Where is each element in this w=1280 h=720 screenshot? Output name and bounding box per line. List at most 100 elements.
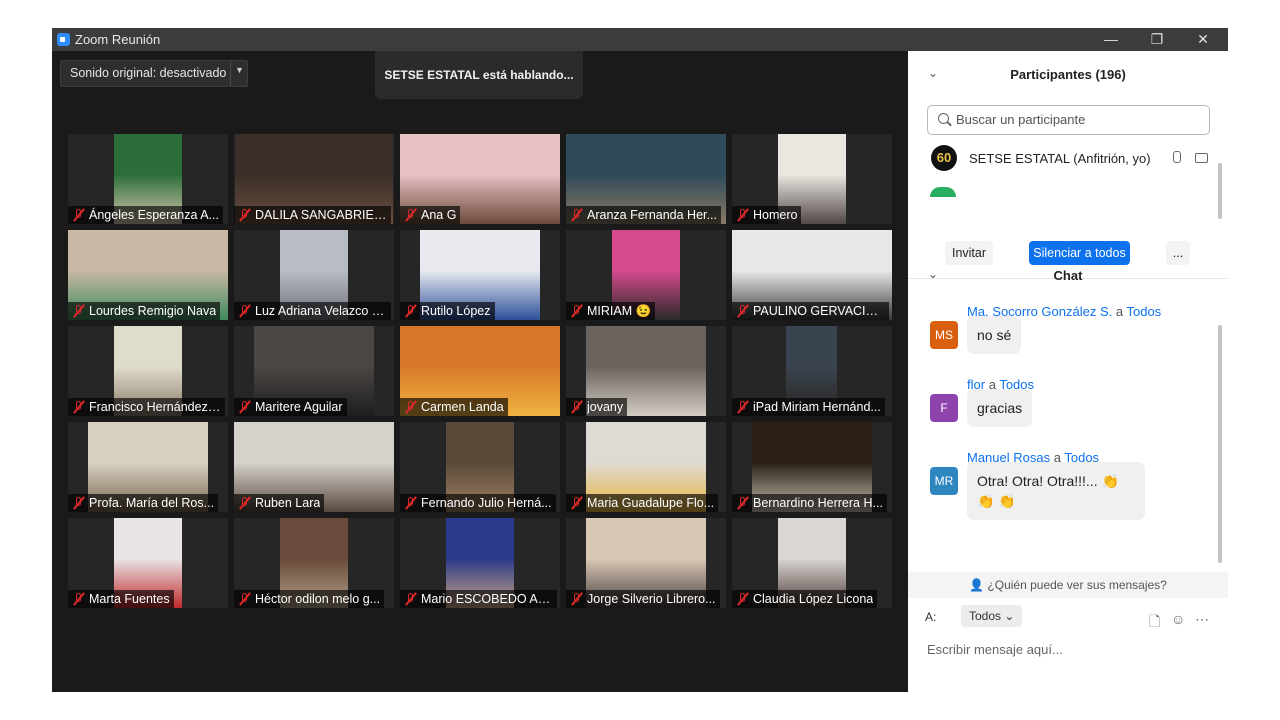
participant-tile[interactable]: Lourdes Remigio Nava <box>68 230 228 320</box>
minimize-button[interactable]: — <box>1088 28 1134 51</box>
participant-name: iPad Miriam Hernánd... <box>753 400 881 414</box>
participant-tile[interactable]: Mario ESCOBEDO AP... <box>400 518 560 608</box>
chevron-down-icon[interactable]: ▼ <box>235 65 244 75</box>
chat-scrollbar[interactable] <box>1218 325 1222 563</box>
participant-tile[interactable]: Fernando Julio Herná... <box>400 422 560 512</box>
participant-tile[interactable]: Profa. María del Ros... <box>68 422 228 512</box>
recipient-value: Todos <box>969 609 1002 623</box>
video-area: Sonido original: desactivado ▼ SETSE EST… <box>52 51 908 692</box>
participant-tile[interactable]: Ruben Lara <box>234 422 394 512</box>
avatar: MS <box>930 321 958 349</box>
participant-tile[interactable]: Francisco Hernández ... <box>68 326 228 416</box>
recipient-select[interactable]: Todos ⌄ <box>961 605 1023 627</box>
participant-name-bar: Bernardino Herrera H... <box>732 494 887 512</box>
chat-message-input[interactable] <box>925 641 1219 658</box>
muted-mic-icon <box>404 592 418 606</box>
participant-name-bar: Fernando Julio Herná... <box>400 494 556 512</box>
muted-mic-icon <box>404 304 418 318</box>
participant-name: Ana G <box>421 208 457 222</box>
participant-row[interactable]: 60 SETSE ESTATAL (Anfitrión, yo) <box>928 144 1218 174</box>
participant-name: Claudia López Licona <box>753 592 874 606</box>
chat-bubble: Otra! Otra! Otra!!!... 👏👏 👏 <box>967 462 1145 520</box>
who-can-see-link[interactable]: 👤 ¿Quién puede ver sus mensajes? <box>908 572 1228 598</box>
participant-tile[interactable]: Rutilo López <box>400 230 560 320</box>
more-options-button[interactable]: ... <box>1166 241 1190 265</box>
participant-name-bar: jovany <box>566 398 628 416</box>
participant-name-bar: Luz Adriana Velazco F... <box>234 302 391 320</box>
participant-tile[interactable]: iPad Miriam Hernánd... <box>732 326 892 416</box>
participant-tile[interactable]: Maria Guadalupe Flo... <box>566 422 726 512</box>
participant-tile[interactable]: Maritere Aguilar <box>234 326 394 416</box>
participant-tile[interactable]: Luz Adriana Velazco F... <box>234 230 394 320</box>
participant-name: Bernardino Herrera H... <box>753 496 883 510</box>
participant-name: Luz Adriana Velazco F... <box>255 304 387 318</box>
participant-name-bar: Mario ESCOBEDO AP... <box>400 590 557 608</box>
muted-mic-icon <box>72 400 86 414</box>
participant-tile[interactable]: Aranza Fernanda Her... <box>566 134 726 224</box>
participant-tile[interactable]: Marta Fuentes <box>68 518 228 608</box>
muted-mic-icon <box>404 496 418 510</box>
muted-mic-icon <box>238 208 252 222</box>
title-bar: Zoom Reunión — ❐ ✕ <box>52 28 1228 51</box>
participant-tile[interactable]: jovany <box>566 326 726 416</box>
chat-bubble: no sé <box>967 316 1022 354</box>
participant-name-bar: Héctor odilon melo g... <box>234 590 385 608</box>
participant-tile[interactable]: Héctor odilon melo g... <box>234 518 394 608</box>
participant-name: MIRIAM 😉 <box>587 304 652 318</box>
participant-name: Marta Fuentes <box>89 592 170 606</box>
participant-name: Aranza Fernanda Her... <box>587 208 717 222</box>
zoom-window: Zoom Reunión — ❐ ✕ Sonido original: desa… <box>52 28 1228 692</box>
muted-mic-icon <box>72 592 86 606</box>
participant-name-bar: DALILA SANGABRIEL ... <box>234 206 391 224</box>
muted-mic-icon <box>570 496 584 510</box>
participant-tile[interactable]: Bernardino Herrera H... <box>732 422 892 512</box>
microphone-icon[interactable] <box>1173 151 1181 163</box>
emoji-icon[interactable]: ☺ <box>1171 611 1185 627</box>
participant-tile[interactable]: Homero <box>732 134 892 224</box>
muted-mic-icon <box>238 400 252 414</box>
close-button[interactable]: ✕ <box>1180 28 1226 51</box>
muted-mic-icon <box>736 208 750 222</box>
muted-mic-icon <box>736 400 750 414</box>
muted-mic-icon <box>238 304 252 318</box>
participant-search-input[interactable] <box>954 111 1198 128</box>
participant-tile[interactable]: Jorge Silverio Librero... <box>566 518 726 608</box>
avatar: MR <box>930 467 958 495</box>
mute-all-button[interactable]: Silenciar a todos <box>1029 241 1130 265</box>
participant-name: Carmen Landa <box>421 400 504 414</box>
participant-tile[interactable]: Ana G <box>400 134 560 224</box>
side-panel: ⌄ Participantes (196) 60 SETSE ESTATAL (… <box>908 51 1228 692</box>
restore-button[interactable]: ❐ <box>1134 28 1180 51</box>
original-sound-label: Sonido original: desactivado <box>70 66 227 80</box>
muted-mic-icon <box>570 592 584 606</box>
participant-search[interactable] <box>927 105 1210 135</box>
muted-mic-icon <box>736 496 750 510</box>
participant-tile[interactable]: DALILA SANGABRIEL ... <box>234 134 394 224</box>
participant-name-bar: Profa. María del Ros... <box>68 494 219 512</box>
participant-name: PAULINO GERVACIO ... <box>753 304 885 318</box>
participant-tile[interactable]: MIRIAM 😉 <box>566 230 726 320</box>
video-camera-icon[interactable] <box>1195 153 1208 163</box>
participant-tile[interactable]: PAULINO GERVACIO ... <box>732 230 892 320</box>
participant-name: Héctor odilon melo g... <box>255 592 381 606</box>
participant-tile[interactable]: Carmen Landa <box>400 326 560 416</box>
participant-name-bar: MIRIAM 😉 <box>566 302 656 320</box>
participant-name: Maritere Aguilar <box>255 400 343 414</box>
invite-button[interactable]: Invitar <box>945 241 993 265</box>
participants-scrollbar[interactable] <box>1218 163 1222 219</box>
participant-tile[interactable]: Claudia López Licona <box>732 518 892 608</box>
participant-tile[interactable]: Ángeles Esperanza A... <box>68 134 228 224</box>
recipient-row: A: Todos ⌄ <box>925 605 1023 627</box>
chat-connector: a <box>1115 304 1124 319</box>
original-sound-button[interactable]: Sonido original: desactivado ▼ <box>60 60 248 87</box>
file-icon[interactable]: 🗋 <box>1149 611 1160 635</box>
participant-name-bar: Ana G <box>400 206 461 224</box>
divider <box>230 61 231 86</box>
avatar <box>930 187 956 197</box>
chat-recipient: Todos <box>1126 304 1162 319</box>
participant-name-bar: Ángeles Esperanza A... <box>68 206 223 224</box>
participant-name: Jorge Silverio Librero... <box>587 592 716 606</box>
participant-name-bar: Marta Fuentes <box>68 590 174 608</box>
window-title: Zoom Reunión <box>75 32 161 47</box>
more-icon[interactable]: ⋯ <box>1195 611 1209 628</box>
